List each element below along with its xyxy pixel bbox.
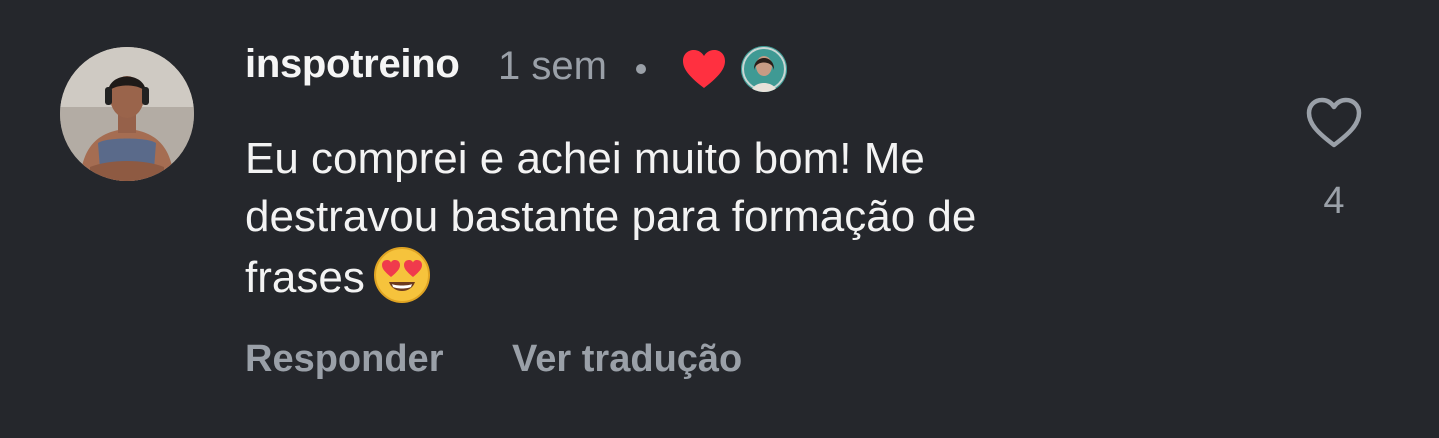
reply-button[interactable]: Responder <box>245 338 443 380</box>
comment-line: destravou bastante para formação de <box>245 192 977 241</box>
heart-eyes-emoji-icon <box>373 246 431 304</box>
comment-username[interactable]: inspotreino <box>245 42 460 87</box>
comment-timestamp: 1 sem <box>498 44 607 88</box>
comment-text: Eu comprei e achei muito bom! Me destrav… <box>245 130 1245 307</box>
creator-liked-heart-icon <box>681 48 727 90</box>
creator-avatar <box>741 46 787 92</box>
comment-actions: Responder Ver tradução <box>245 338 800 381</box>
like-count: 4 <box>1323 180 1345 222</box>
comment-line: Eu comprei e achei muito bom! Me <box>245 134 925 183</box>
comment-line-text: frases <box>245 253 365 302</box>
comment-line-last: frases <box>245 246 1245 307</box>
separator-dot <box>636 64 646 74</box>
heart-outline-icon[interactable] <box>1304 95 1364 151</box>
user-avatar[interactable] <box>60 47 194 181</box>
see-translation-button[interactable]: Ver tradução <box>512 338 742 380</box>
